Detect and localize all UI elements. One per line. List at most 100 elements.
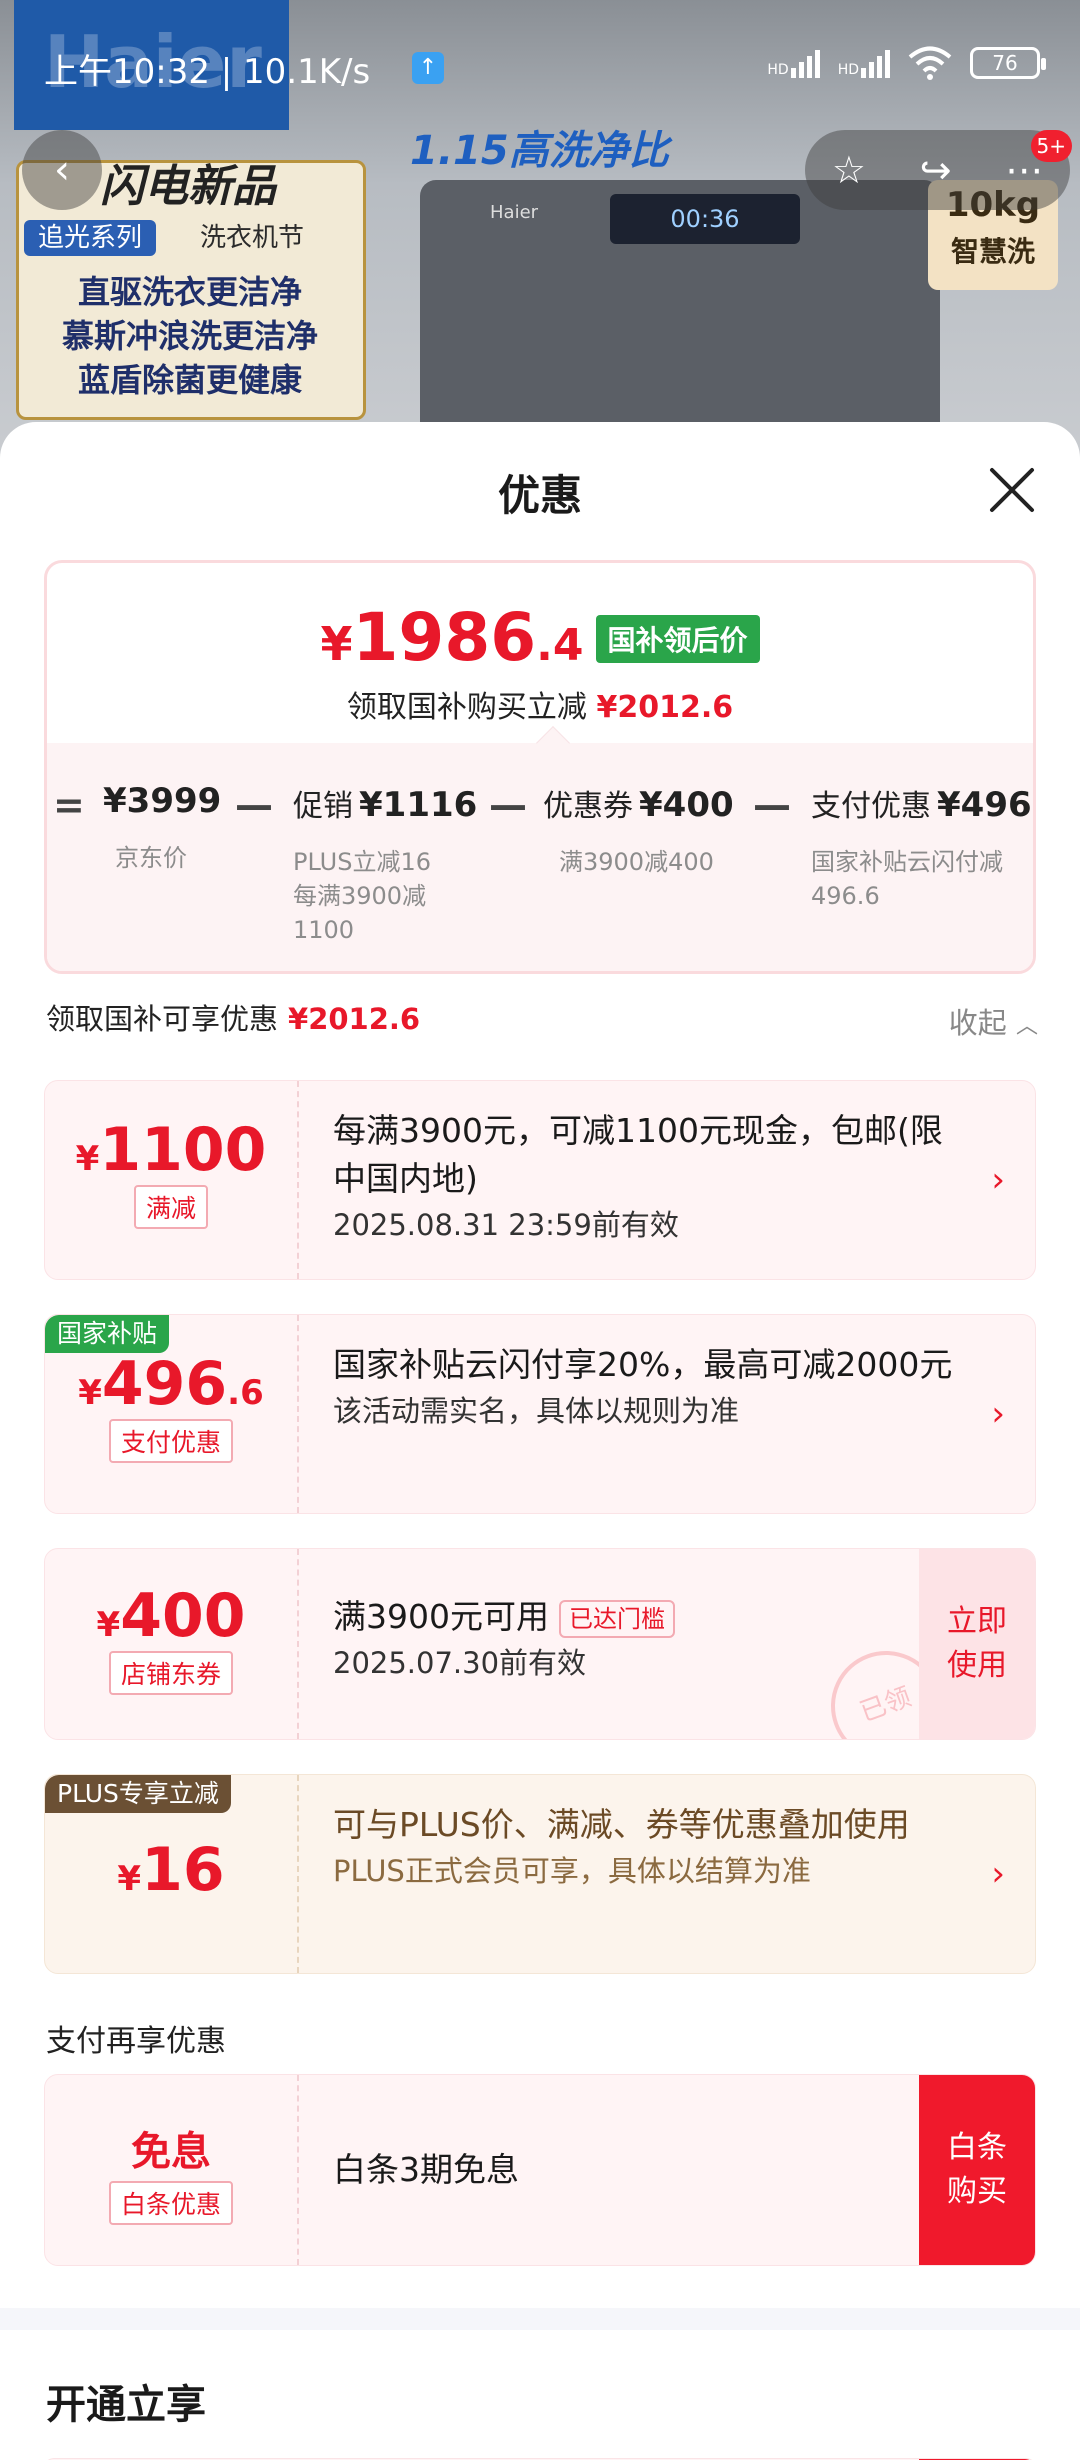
calc-note: 京东价 — [115, 844, 187, 872]
coupon-card-store: ¥400 店铺东券 满3900元可用 已达门槛 2025.07.30前有效 已领 … — [44, 1548, 1036, 1740]
coupon-amount: ¥16 — [45, 1835, 297, 1905]
baitiao-buy-button[interactable]: 白条购买 — [919, 2075, 1035, 2265]
upload-icon: ↑ — [412, 52, 444, 84]
calc-note-line: 国家补贴云闪付减 — [811, 848, 1003, 876]
minus-sign: — — [753, 783, 791, 827]
capacity-sub: 智慧洗 — [950, 235, 1035, 268]
coupon-amount: ¥1100 — [45, 1115, 297, 1185]
coupon-amount-area: 免息 白条优惠 — [45, 2075, 299, 2265]
coupon-condition: 满3900元可用 已达门槛 — [333, 1593, 955, 1641]
status-icons: HD HD 76 — [767, 46, 1046, 80]
chevron-right-icon: › — [991, 1394, 1005, 1434]
coupon-type-tag: 满减 — [133, 1185, 208, 1229]
coupon-amount-area: ¥1100 满减 — [45, 1081, 299, 1279]
currency-symbol: ¥ — [117, 1859, 142, 1899]
minus-sign: — — [489, 783, 527, 827]
price-calculation: = ¥3999 京东价 — 促销 ¥1116 PLUS立减16 每满3900减 1… — [47, 763, 1033, 963]
coupon-condition-text: 满3900元可用 — [333, 1597, 549, 1636]
chevron-right-icon: › — [991, 1854, 1005, 1894]
coupon-amount: ¥400 — [45, 1581, 297, 1651]
calc-note-line: 每满3900减 — [293, 882, 427, 910]
subsidy-price-tag: 国补领后价 — [595, 615, 760, 663]
network-type-label: HD — [837, 62, 859, 78]
coupon-card-national-subsidy[interactable]: ¥496.6 支付优惠 国家补贴 国家补贴云闪付享20%，最高可减2000元 该… — [44, 1314, 1036, 1514]
calc-amount: ¥1116 — [359, 785, 478, 825]
message-count-badge: 5+ — [1030, 130, 1072, 162]
calc-value: 支付优惠 ¥496 — [811, 781, 1032, 825]
share-icon[interactable]: ↪ — [920, 148, 952, 192]
calc-label: 促销 — [293, 789, 353, 824]
coupon-description: 国家补贴云闪付享20%，最高可减2000元 — [333, 1345, 953, 1384]
hero-feature-line: 直驱洗衣更洁净 — [77, 273, 302, 311]
calc-value: ¥3999 — [103, 781, 222, 821]
coupon-type-tag: 支付优惠 — [108, 1419, 233, 1463]
final-price-row: ¥1986.4 国补领后价 — [47, 563, 1033, 676]
machine-brand-text: Haier — [490, 202, 539, 223]
hero-feature-line: 蓝盾除菌更健康 — [77, 361, 302, 399]
close-icon[interactable] — [988, 466, 1036, 514]
section-amount: ¥2012.6 — [288, 1002, 421, 1036]
collapse-label: 收起 — [948, 1006, 1007, 1040]
coupon-amount-area: ¥400 店铺东券 — [45, 1549, 299, 1739]
top-action-group: ☆ ↪ ⋯ — [805, 130, 1070, 210]
currency-symbol: ¥ — [75, 1139, 100, 1179]
payment-section-header: 支付再享优惠 — [46, 2024, 226, 2059]
calc-note-line: 1100 — [293, 916, 355, 944]
price-decimal: .4 — [536, 620, 584, 671]
final-price: ¥1986.4 — [320, 599, 583, 676]
coupon-description: 每满3900元，可减1100元现金，包邮(限中国内地) — [333, 1111, 943, 1198]
coupon-amount-value: 496 — [101, 1349, 228, 1419]
use-now-button[interactable]: 立即使用 — [919, 1549, 1035, 1739]
hero-brand-text: 闪电新品 — [100, 161, 276, 212]
coupon-detail: 国家补贴云闪付享20%，最高可减2000元 该活动需实名，具体以规则为准 — [333, 1315, 955, 1513]
coupon-type-tag: 白条优惠 — [108, 2181, 233, 2225]
coupon-amount-value: 400 — [120, 1581, 246, 1651]
hero-festival-text: 洗衣机节 — [200, 223, 305, 253]
calc-label: 支付优惠 — [811, 789, 931, 824]
open-benefits-header: 开通立享 — [46, 2382, 206, 2428]
chevron-right-icon: › — [991, 1160, 1005, 1200]
signal-icon: HD — [767, 48, 820, 78]
coupon-type-tag: 店铺东券 — [108, 1651, 233, 1695]
coupon-validity: 2025.08.31 23:59前有效 — [333, 1208, 679, 1242]
coupon-amount-decimal: .6 — [227, 1373, 264, 1413]
coupon-amount: ¥496.6 — [45, 1349, 297, 1419]
calc-note-line: 496.6 — [811, 882, 880, 910]
coupon-card-baitiao: 免息 白条优惠 白条3期免息 白条购买 — [44, 2074, 1036, 2266]
calc-amount: ¥400 — [639, 785, 734, 825]
plus-corner-tag: PLUS专享立减 — [45, 1775, 231, 1813]
price-summary-card: ¥1986.4 国补领后价 领取国补购买立减 ¥2012.6 = ¥3999 京… — [44, 560, 1036, 974]
coupon-description: 可与PLUS价、满减、券等优惠叠加使用 — [333, 1805, 910, 1844]
national-subsidy-corner-tag: 国家补贴 — [45, 1315, 170, 1353]
network-type-label: HD — [767, 62, 789, 78]
subsidy-summary-text: 领取国补购买立减 ¥2012.6 — [47, 682, 1033, 726]
battery-icon: 76 — [970, 47, 1046, 79]
calc-note: PLUS立减16 每满3900减 1100 — [293, 845, 477, 947]
machine-panel-display: 00:36 — [610, 194, 800, 244]
coupon-amount-value: 1100 — [99, 1115, 267, 1185]
coupon-note: PLUS正式会员可享，具体以结算为准 — [333, 1854, 811, 1888]
equals-sign: = — [53, 783, 85, 827]
interest-free-label: 免息 — [131, 2129, 211, 2175]
coupon-card-plus[interactable]: ¥16 PLUS专享立减 可与PLUS价、满减、券等优惠叠加使用 PLUS正式会… — [44, 1774, 1036, 1974]
chevron-left-icon: ‹ — [54, 147, 70, 193]
collapse-button[interactable]: 收起 ︿ — [949, 1000, 1038, 1042]
section-divider — [0, 2308, 1080, 2330]
discount-bottom-sheet: 优惠 ¥1986.4 国补领后价 领取国补购买立减 ¥2012.6 = ¥399… — [0, 422, 1080, 2460]
subsidy-summary-label: 领取国补购买立减 — [346, 690, 587, 725]
calc-note: 满3900减400 — [559, 848, 714, 876]
price-breakdown: = ¥3999 京东价 — 促销 ¥1116 PLUS立减16 每满3900减 1… — [47, 743, 1033, 971]
calc-item-promotion: 促销 ¥1116 PLUS立减16 每满3900减 1100 — [293, 781, 477, 947]
subsidy-summary-amount: ¥2012.6 — [596, 690, 734, 725]
coupon-card-full-reduction[interactable]: ¥1100 满减 每满3900元，可减1100元现金，包邮(限中国内地) 202… — [44, 1080, 1036, 1280]
installment-description: 白条3期免息 — [333, 2150, 519, 2189]
chevron-up-icon: ︿ — [1015, 1014, 1038, 1039]
hero-feature-lines: 直驱洗衣更洁净 慕斯冲浪洗更洁净 蓝盾除菌更健康 — [30, 270, 350, 402]
favorite-star-icon[interactable]: ☆ — [832, 148, 866, 192]
calc-note-line: PLUS立减16 — [293, 848, 431, 876]
calc-value: 优惠券 ¥400 — [543, 781, 734, 825]
minus-sign: — — [235, 783, 273, 827]
subsidy-section-header: 领取国补可享优惠 ¥2012.6 — [46, 996, 420, 1038]
calc-amount: ¥496 — [937, 785, 1032, 825]
back-button[interactable]: ‹ — [22, 130, 102, 210]
